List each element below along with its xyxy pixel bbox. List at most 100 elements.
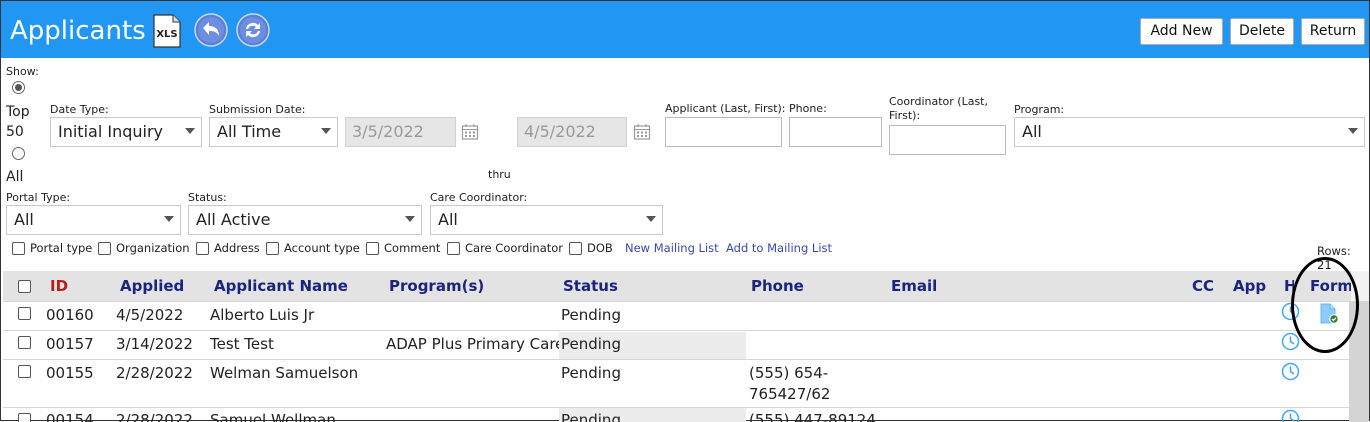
row-applicant-name[interactable]: Alberto Luis Jr: [210, 305, 314, 325]
toggle-account-type-label: Account type: [284, 241, 360, 255]
show-label: Show:: [6, 65, 39, 79]
column-header-applied[interactable]: Applied: [120, 277, 184, 295]
row-id: 00155: [46, 363, 94, 383]
column-header-phone[interactable]: Phone: [751, 277, 804, 295]
date-type-label: Date Type:: [50, 103, 109, 117]
column-header-id[interactable]: ID: [50, 277, 68, 295]
status-label: Status:: [188, 191, 227, 205]
care-coordinator-value: All: [438, 210, 458, 229]
row-applicant-name[interactable]: Welman Samuelson: [210, 363, 358, 383]
coordinator-label: Coordinator (Last, First):: [889, 95, 999, 123]
column-header-app[interactable]: App: [1233, 277, 1266, 295]
status-select[interactable]: All Active: [188, 205, 422, 235]
row-id: 00157: [46, 334, 94, 354]
row-phone-extra: 765427/62: [749, 384, 830, 404]
portal-type-label: Portal Type:: [6, 191, 70, 205]
show-top-radio[interactable]: [12, 81, 25, 94]
row-checkbox[interactable]: [18, 336, 31, 349]
toggle-portal-type-label: Portal type: [30, 241, 92, 255]
return-button[interactable]: Return: [1301, 18, 1365, 45]
toggle-organization-label: Organization: [116, 241, 190, 255]
select-all-checkbox[interactable]: [18, 280, 31, 293]
show-all-radio[interactable]: [12, 147, 25, 160]
chevron-down-icon: [646, 216, 656, 222]
column-header-programs[interactable]: Program(s): [389, 277, 484, 295]
toggle-dob-checkbox[interactable]: [569, 242, 582, 255]
table-row[interactable]: 00155 2/28/2022 Welman Samuelson Pending…: [3, 359, 1351, 407]
submission-date-label: Submission Date:: [209, 103, 305, 117]
date-type-select[interactable]: Initial Inquiry: [50, 117, 202, 147]
toggle-care-coordinator-checkbox[interactable]: [447, 242, 460, 255]
toggle-care-coordinator-label: Care Coordinator: [465, 241, 563, 255]
column-header-status[interactable]: Status: [563, 277, 618, 295]
toggle-portal-type-checkbox[interactable]: [12, 242, 25, 255]
table-row[interactable]: 00157 3/14/2022 Test Test ADAP Plus Prim…: [3, 330, 1351, 359]
refresh-icon[interactable]: [236, 13, 270, 47]
phone-input[interactable]: [789, 117, 882, 147]
row-applied: 4/5/2022: [116, 305, 183, 325]
all-label: All: [6, 168, 23, 186]
row-id: 00160: [46, 305, 94, 325]
delete-button[interactable]: Delete: [1230, 18, 1294, 45]
chevron-down-icon: [1348, 128, 1358, 134]
toggle-comment-label: Comment: [384, 241, 440, 255]
row-checkbox[interactable]: [18, 365, 31, 378]
phone-label: Phone:: [789, 102, 827, 116]
toggle-organization-checkbox[interactable]: [98, 242, 111, 255]
toggle-address-checkbox[interactable]: [196, 242, 209, 255]
row-phone: (555) 447-89124: [749, 410, 876, 422]
chevron-down-icon: [164, 216, 174, 222]
chevron-down-icon: [185, 128, 195, 134]
add-new-button[interactable]: Add New: [1140, 18, 1223, 45]
coordinator-input[interactable]: [889, 125, 1006, 155]
to-date-input[interactable]: 4/5/2022: [517, 117, 627, 147]
undo-icon[interactable]: [194, 13, 228, 47]
export-xls-icon[interactable]: XLS: [153, 14, 181, 48]
program-select[interactable]: All: [1014, 117, 1365, 147]
program-value: All: [1022, 122, 1042, 141]
toggle-dob-label: DOB: [587, 241, 613, 255]
column-header-email[interactable]: Email: [891, 277, 937, 295]
row-checkbox[interactable]: [18, 307, 31, 320]
care-coordinator-select[interactable]: All: [430, 205, 663, 235]
top-value: 50: [6, 123, 24, 141]
row-status: Pending: [559, 332, 746, 359]
date-type-value: Initial Inquiry: [58, 122, 163, 141]
column-header-applicant-name[interactable]: Applicant Name: [214, 277, 348, 295]
row-applied: 3/14/2022: [116, 334, 193, 354]
new-mailing-list-link[interactable]: New Mailing List: [625, 241, 719, 255]
xls-label: XLS: [156, 29, 177, 40]
history-clock-icon[interactable]: [1281, 362, 1300, 381]
submission-date-value: All Time: [217, 122, 281, 141]
toggle-address-label: Address: [214, 241, 260, 255]
submission-date-select[interactable]: All Time: [209, 117, 338, 147]
program-label: Program:: [1014, 103, 1064, 117]
row-applied: 2/28/2022: [116, 410, 193, 422]
calendar-icon[interactable]: [461, 123, 479, 141]
chevron-down-icon: [405, 216, 415, 222]
column-header-cc[interactable]: CC: [1192, 277, 1214, 295]
title-bar: Applicants XLS Add New Delete Return: [1, 1, 1369, 58]
calendar-icon[interactable]: [633, 123, 651, 141]
portal-type-value: All: [14, 210, 34, 229]
status-value: All Active: [196, 210, 270, 229]
applicant-input[interactable]: [665, 117, 782, 147]
toggle-comment-checkbox[interactable]: [366, 242, 379, 255]
history-clock-icon[interactable]: [1281, 332, 1300, 351]
row-status: Pending: [559, 408, 746, 422]
row-applicant-name[interactable]: Test Test: [210, 334, 274, 354]
page-title: Applicants: [10, 15, 146, 47]
portal-type-select[interactable]: All: [6, 205, 181, 235]
table-header: ID Applied Applicant Name Program(s) Sta…: [3, 271, 1351, 301]
history-clock-icon[interactable]: [1281, 409, 1300, 422]
table-row[interactable]: 00154 2/28/2022 Samuel Wellman Pending (…: [3, 407, 1351, 422]
applicant-label: Applicant (Last, First):: [665, 102, 786, 116]
row-applicant-name[interactable]: Samuel Wellman: [210, 410, 336, 422]
add-to-mailing-list-link[interactable]: Add to Mailing List: [726, 241, 832, 255]
top-label: Top: [6, 103, 30, 121]
toggle-account-type-checkbox[interactable]: [266, 242, 279, 255]
row-id: 00154: [46, 410, 94, 422]
table-row[interactable]: 00160 4/5/2022 Alberto Luis Jr Pending: [3, 301, 1351, 330]
row-phone: (555) 654-: [749, 363, 828, 383]
from-date-input[interactable]: 3/5/2022: [345, 117, 456, 147]
